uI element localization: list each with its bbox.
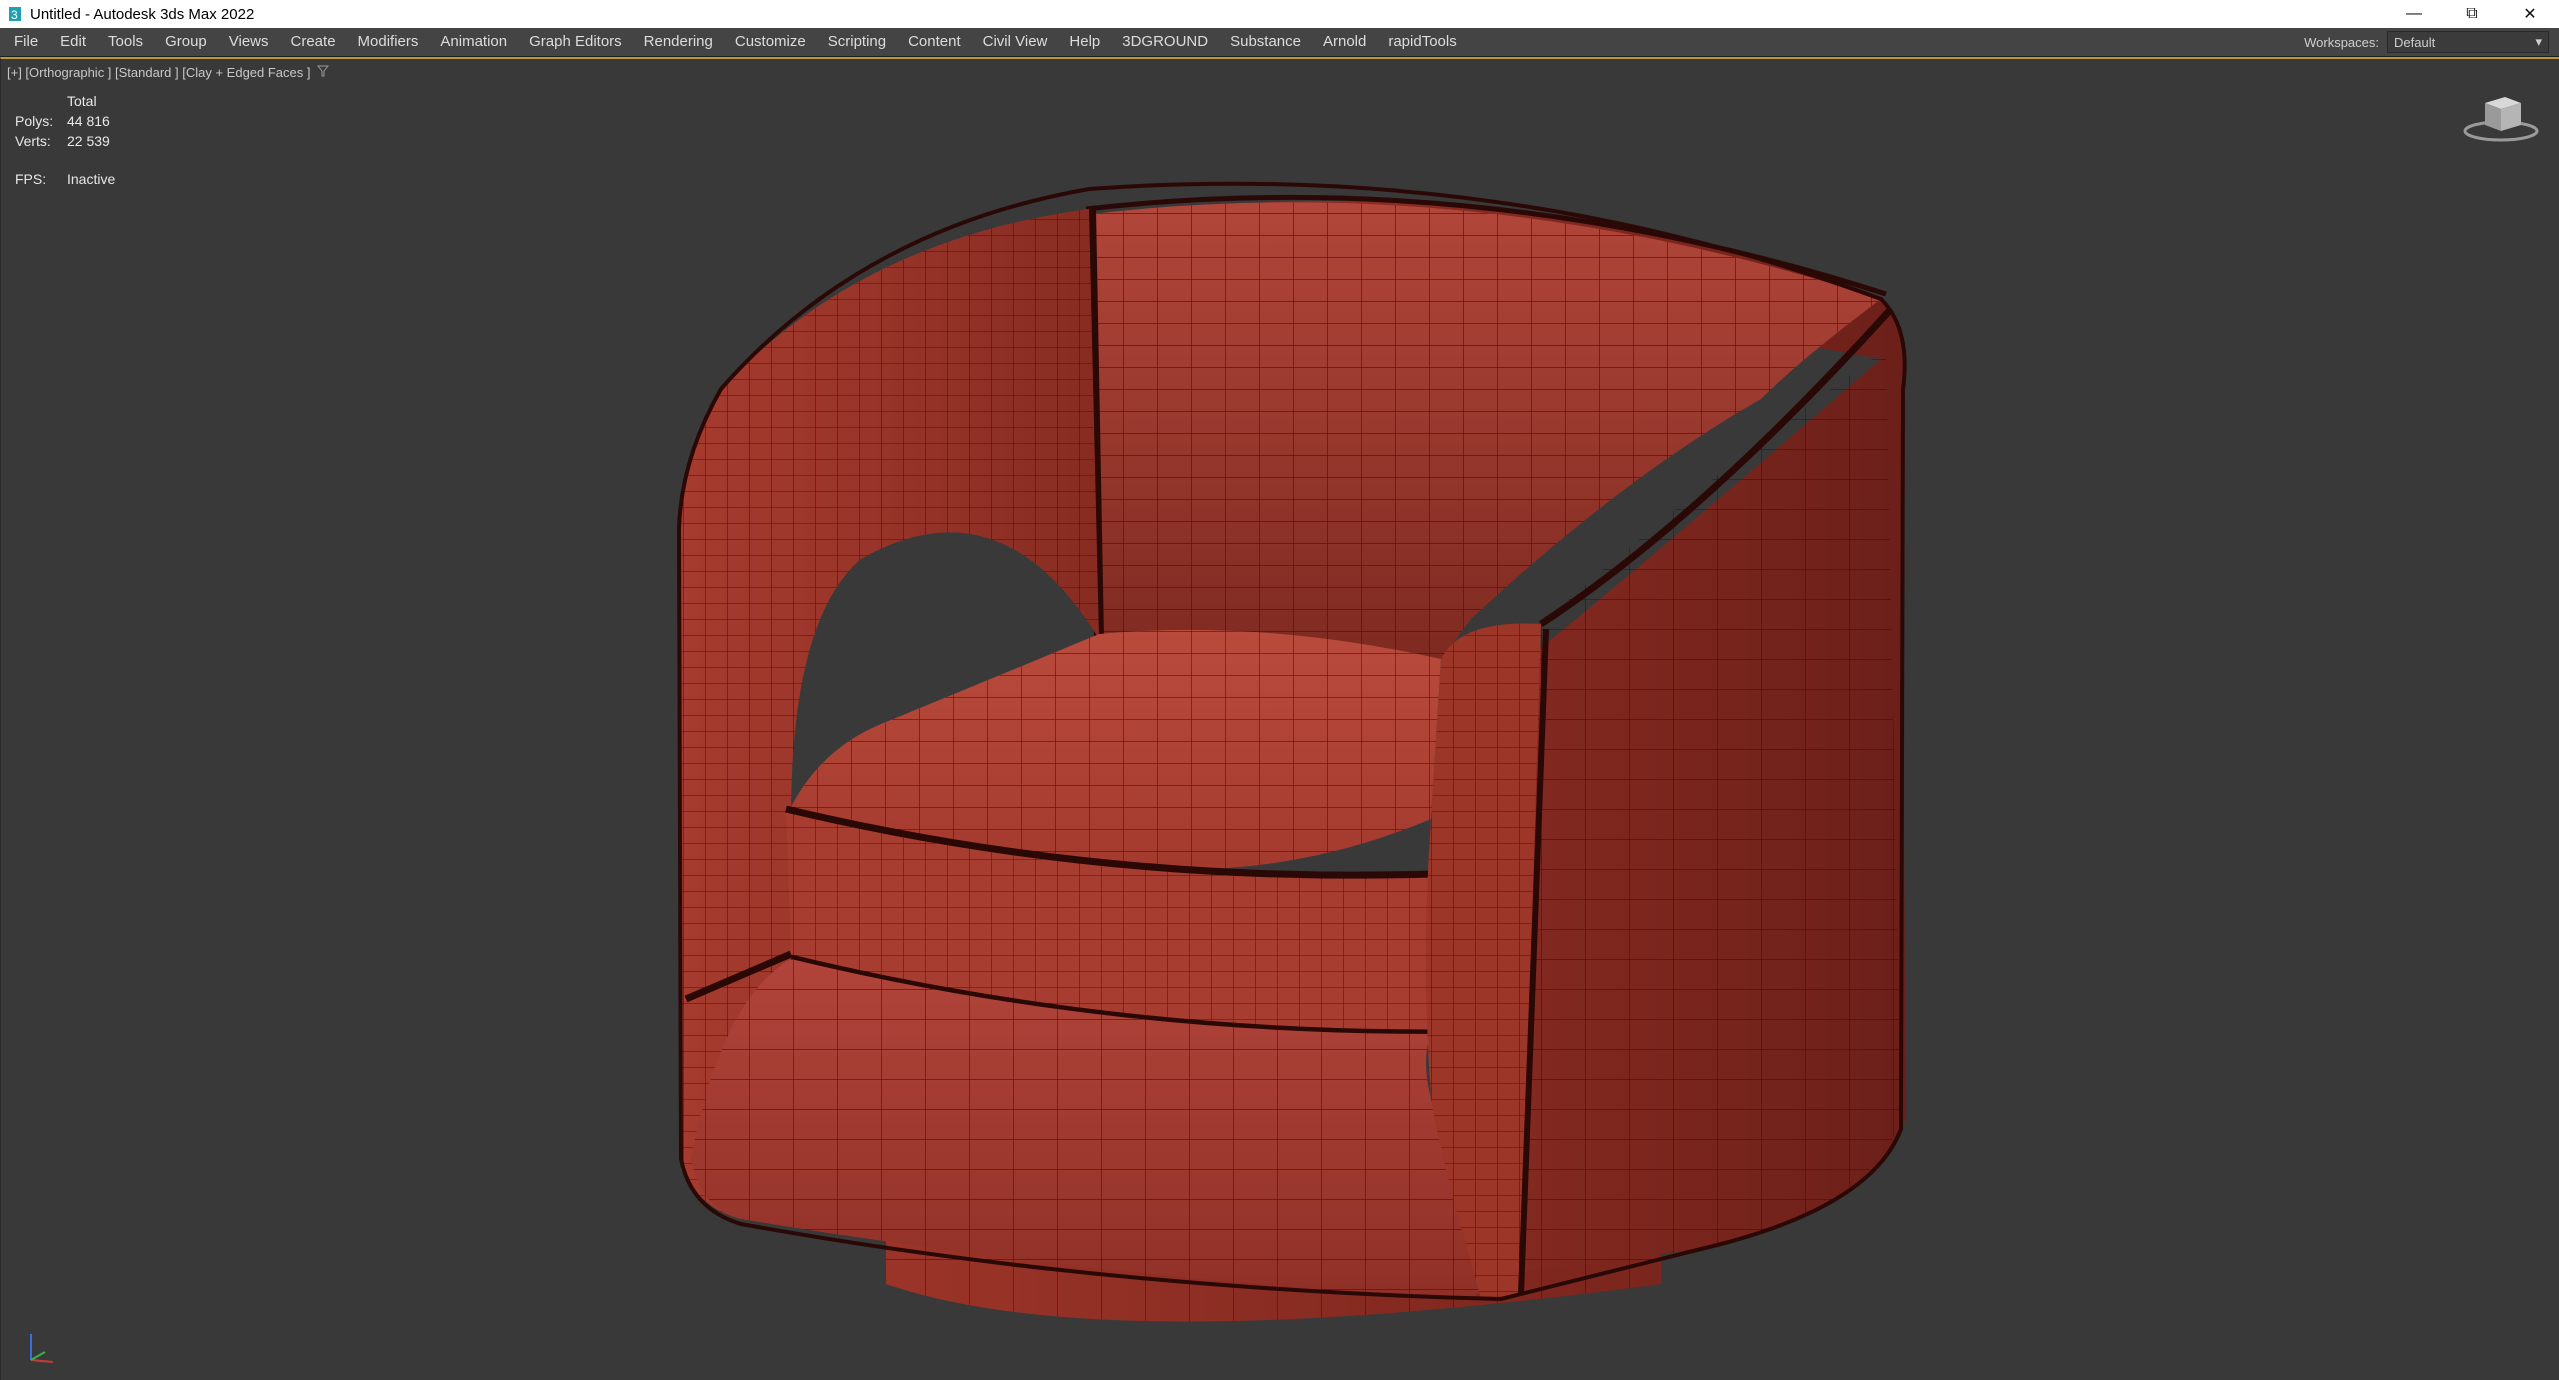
stats-polys-row: Polys: 44 816 — [15, 111, 115, 131]
stats-gap — [15, 151, 115, 169]
viewport-statistics: Total Polys: 44 816 Verts: 22 539 FPS: I… — [15, 91, 115, 189]
menu-scripting[interactable]: Scripting — [817, 28, 897, 56]
app-icon[interactable]: 3 — [6, 5, 24, 23]
menu-bar: File Edit Tools Group Views Create Modif… — [0, 28, 2559, 57]
fps-label: FPS: — [15, 171, 47, 187]
stats-header: Total — [67, 93, 97, 109]
menu-create[interactable]: Create — [280, 28, 347, 56]
menu-animation[interactable]: Animation — [429, 28, 518, 56]
stats-fps-row: FPS: Inactive — [15, 169, 115, 189]
polys-label: Polys: — [15, 113, 54, 129]
workspaces-label: Workspaces: — [2304, 34, 2379, 50]
menu-customize[interactable]: Customize — [724, 28, 817, 56]
menu-arnold[interactable]: Arnold — [1312, 28, 1377, 56]
viewport-label-text[interactable]: [+] [Orthographic ] [Standard ] [Clay + … — [7, 65, 311, 80]
filter-icon[interactable] — [316, 65, 329, 80]
viewport-label[interactable]: [+] [Orthographic ] [Standard ] [Clay + … — [7, 65, 329, 80]
verts-value: 22 539 — [67, 133, 110, 149]
menu-edit[interactable]: Edit — [49, 28, 97, 56]
chair-model — [676, 181, 1907, 1322]
menu-substance[interactable]: Substance — [1219, 28, 1312, 56]
menu-modifiers[interactable]: Modifiers — [347, 28, 430, 56]
viewcube-icon[interactable] — [2461, 89, 2541, 149]
restore-icon[interactable]: ⧉ — [2443, 0, 2501, 28]
menu-help[interactable]: Help — [1058, 28, 1111, 56]
menu-3dground[interactable]: 3DGROUND — [1111, 28, 1219, 56]
axis-tripod-icon — [23, 1326, 63, 1366]
perspective-viewport[interactable]: [+] [Orthographic ] [Standard ] [Clay + … — [0, 57, 2559, 1380]
minimize-icon[interactable]: — — [2385, 0, 2443, 28]
close-icon[interactable]: ✕ — [2501, 0, 2559, 28]
menu-content[interactable]: Content — [897, 28, 972, 56]
verts-label: Verts: — [15, 133, 51, 149]
menu-rendering[interactable]: Rendering — [633, 28, 724, 56]
window-title: Untitled - Autodesk 3ds Max 2022 — [30, 5, 255, 23]
workspace-dropdown[interactable]: Default ▾ — [2387, 31, 2549, 53]
menu-group[interactable]: Group — [154, 28, 218, 56]
svg-text:3: 3 — [11, 8, 18, 22]
menu-views[interactable]: Views — [218, 28, 280, 56]
menu-tools[interactable]: Tools — [97, 28, 154, 56]
stats-verts-row: Verts: 22 539 — [15, 131, 115, 151]
polys-value: 44 816 — [67, 113, 110, 129]
menu-rapidtools[interactable]: rapidTools — [1377, 28, 1467, 56]
menu-civil-view[interactable]: Civil View — [972, 28, 1059, 56]
menu-graph-editors[interactable]: Graph Editors — [518, 28, 633, 56]
chevron-down-icon: ▾ — [2535, 34, 2542, 49]
title-bar: 3 Untitled - Autodesk 3ds Max 2022 — ⧉ ✕ — [0, 0, 2559, 28]
workspace-value: Default — [2394, 34, 2436, 50]
chair-seat-cushion — [785, 629, 1441, 1039]
fps-value: Inactive — [67, 171, 116, 187]
menu-file[interactable]: File — [0, 28, 49, 56]
